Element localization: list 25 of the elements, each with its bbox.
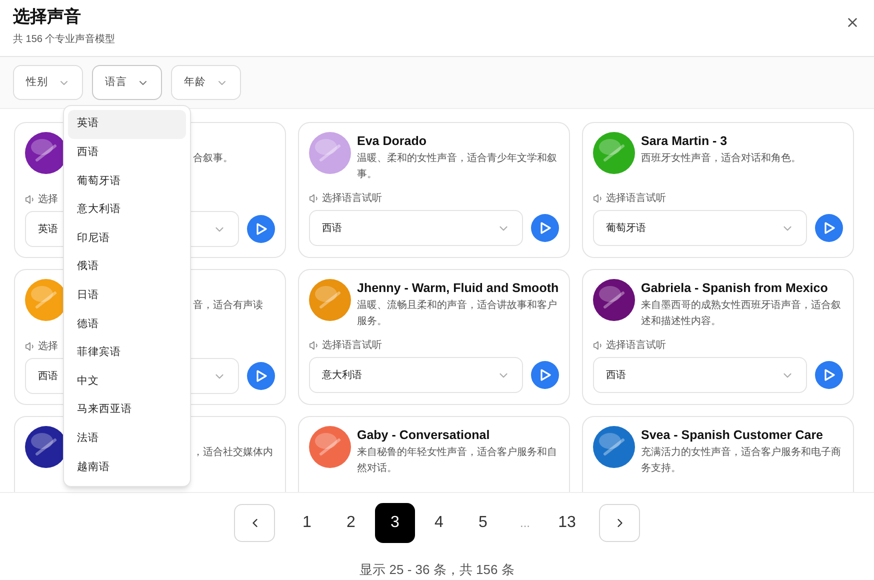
voice-description: 充满活力的女性声音，适合客户服务和电子商务支持。	[641, 446, 842, 476]
preview-label: 选择	[38, 340, 58, 354]
preview-label: 选择语言试听	[606, 338, 666, 353]
voice-name: Eva Dorado	[357, 133, 428, 150]
voice-name: Svea - Spanish Customer Care	[641, 427, 824, 444]
page-ellipsis: ...	[518, 515, 531, 532]
page-summary: 显示 25 - 36 条，共 156 条	[360, 561, 514, 579]
voice-description: 温暖、流畅且柔和的声音，适合讲故事和客户服务。	[357, 298, 558, 329]
preview-label: 选择语言试听	[322, 338, 382, 353]
preview-label: 选择语言试听	[606, 192, 666, 206]
voice-description: 来自墨西哥的成熟女性西班牙语声音，适合叙述和描述性内容。	[641, 298, 842, 329]
voice-description: ，适合社交媒体内	[193, 446, 273, 460]
preview-label: 选择语言试听	[322, 192, 382, 206]
dialog-title: 选择声音	[13, 6, 82, 28]
voice-description: 音，适合有声读	[193, 298, 263, 313]
voice-name: Sara Martin - 3	[641, 133, 728, 150]
voice-description: 西班牙女性声音，适合对话和角色。	[641, 152, 801, 166]
voice-description: 来自秘鲁的年轻女性声音，适合客户服务和自然对话。	[357, 446, 558, 476]
dialog-subtitle: 共 156 个专业声音模型	[13, 32, 116, 47]
voice-description: 温暖、柔和的女性声音，适合青少年文学和叙事。	[357, 152, 558, 182]
voice-name: Jhenny - Warm, Fluid and Smooth	[357, 280, 559, 297]
preview-label: 选择	[38, 192, 58, 207]
voice-name: Gaby - Conversational	[357, 427, 491, 444]
voice-name: Gabriela - Spanish from Mexico	[641, 280, 829, 297]
voice-description: 合叙事。	[193, 152, 233, 166]
